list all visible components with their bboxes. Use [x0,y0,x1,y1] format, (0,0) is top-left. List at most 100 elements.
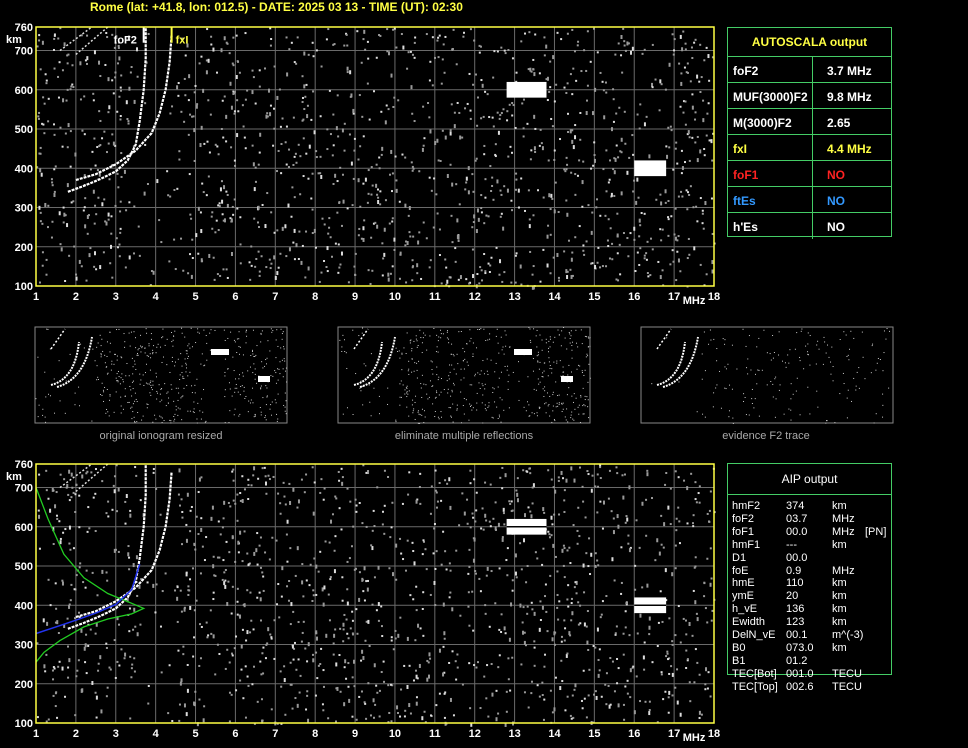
aip-unit: km [832,538,847,551]
autoscala-row: foF2 3.7 MHz [728,56,891,83]
y-tick-label: 100 [15,281,33,293]
row-value: NO [827,220,845,234]
grid [35,26,715,287]
aip-unit: TECU [832,667,862,680]
aip-unit: MHz [832,512,855,525]
x-tick-label: 18 [708,291,720,303]
x-tick-label: 6 [232,291,238,303]
y-tick-label: 500 [15,124,33,136]
aip-value: 110 [786,577,804,590]
y-tick-label: 400 [15,163,33,175]
top-ionogram: foF2 fxI1 2 3 4 5 6 7 8 9 10 11 12 13 14 15 16 17 18MHz100… [6,22,720,307]
y-tick-label: 700 [15,483,33,495]
aip-key: TEC[Top] [732,680,778,693]
aip-value: --- [786,538,797,551]
x-tick-label: 5 [192,291,198,303]
x-tick-label: 12 [469,291,481,303]
autoscala-table: AUTOSCALA output foF2 3.7 MHz MUF(3000)F2… [727,27,892,239]
y-axis-label: km [6,471,22,483]
aip-key: h_vE [732,603,758,616]
y-tick-label: 500 [15,561,33,573]
x-tick-label: 2 [73,291,79,303]
x-tick-label: 9 [352,291,358,303]
aip-value: 03.7 [786,512,808,525]
aip-unit: km [832,590,847,603]
x-tick-label: 4 [153,291,160,303]
x-tick-label: 1 [33,728,39,740]
aip-value: 0.9 [786,564,802,577]
x-tick-label: 9 [352,728,358,740]
aip-value: 002.6 [786,680,814,693]
aip-value: 374 [786,500,805,512]
aip-key: DelN_vE [732,629,776,641]
row-key: foF2 [733,64,759,78]
autoscala-row: ftEs NO [728,186,891,213]
autoscala-row: M(3000)F2 2.65 [728,108,891,135]
row-key: MUF(3000)F2 [733,90,808,104]
row-value: 4.4 MHz [827,142,872,156]
aip-key: foF1 [732,525,755,538]
x-tick-label: 7 [272,291,278,303]
grid [35,463,715,724]
y-tick-label: 300 [15,640,33,652]
x-tick-label: 10 [389,291,401,303]
row-value: 3.7 MHz [827,64,872,78]
autoscala-row: foF1 NO [728,160,891,187]
x-tick-label: 17 [668,728,680,740]
thumbnail-1 [34,326,288,424]
x-trace [75,34,173,182]
y-tick-label: 400 [15,600,33,612]
interference-block [634,160,667,177]
aip-unit: TECU [832,680,862,693]
interference-block [506,81,547,98]
x-tick-label: 13 [508,291,520,303]
x-tick-label: 1 [33,291,39,303]
x-axis-label: MHz [683,295,706,307]
aip-key: hmF2 [732,500,761,512]
aip-value: 136 [786,603,805,616]
x-tick-label: 18 [708,728,720,740]
noise-dots [36,27,716,290]
x-tick-label: 15 [588,291,600,303]
x-tick-label: 8 [312,728,318,740]
y-tick-label: 100 [15,718,33,730]
x-tick-label: 15 [588,728,600,740]
x-tick-label: 7 [272,728,278,740]
noise-dots [36,464,716,727]
x-tick-label: 3 [113,728,119,740]
y-tick-label: 700 [15,46,33,58]
aip-unit: m^(-3) [832,629,864,641]
y-tick-label: 600 [15,85,33,97]
row-value: 9.8 MHz [827,90,872,104]
aip-value: 001.0 [786,667,814,680]
autoscala-row: MUF(3000)F2 9.8 MHz [728,82,891,109]
x-tick-label: 6 [232,728,238,740]
x-tick-label: 11 [429,291,441,303]
aip-value: 123 [786,616,805,629]
x-tick-label: 5 [192,728,198,740]
x-tick-label: 12 [469,728,481,740]
y-tick-label: 200 [15,679,33,691]
aip-key: hmE [732,577,755,590]
row-value: 2.65 [827,116,851,130]
aip-extra: [PN] [865,525,887,538]
x-tick-label: 13 [508,728,520,740]
y-tick-label: 200 [15,242,33,254]
x-axis-label: MHz [683,732,706,744]
aip-key: D1 [732,551,747,564]
profile-green-line [35,487,146,663]
x-tick-label: 16 [628,291,640,303]
x-tick-label: 17 [668,291,680,303]
x-tick-label: 16 [628,728,640,740]
x-trace [75,471,173,619]
aip-unit: MHz [832,564,855,577]
row-value: NO [827,194,845,208]
aip-key: foF2 [732,512,755,525]
row-key: ftEs [733,194,756,208]
aip-value: 00.1 [786,629,808,641]
aip-unit: km [832,641,847,654]
row-key: foF1 [733,168,759,182]
autoscala-header: AUTOSCALA output [751,35,868,49]
y-tick-label: 300 [15,203,33,215]
thumbnail-3 [640,326,894,424]
